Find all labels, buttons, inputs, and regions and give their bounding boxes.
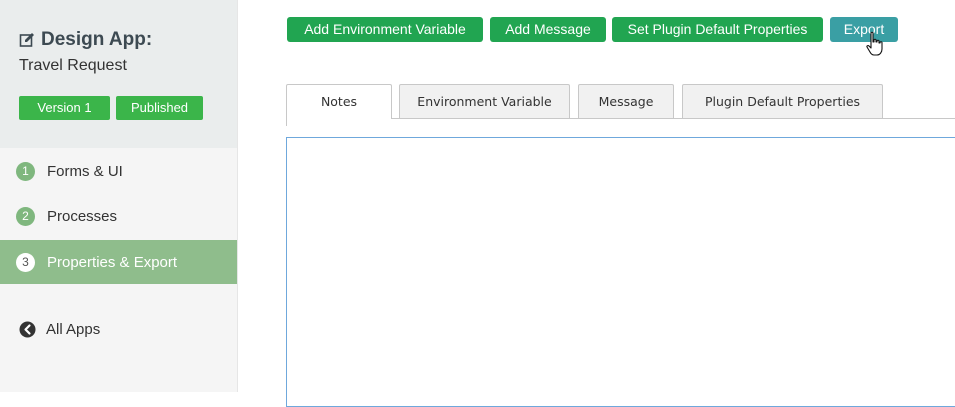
tab-environment-variable[interactable]: Environment Variable [399, 84, 570, 118]
app-header: Design App: Travel Request Version 1 Pub… [0, 0, 237, 148]
sidebar-item-properties-export[interactable]: 3 Properties & Export [0, 240, 237, 284]
hand-pointer-icon [866, 31, 883, 56]
sidebar-item-label: Processes [47, 207, 118, 225]
app-name: Travel Request [19, 57, 127, 74]
app-title: Design App: [19, 28, 152, 52]
add-message-button[interactable]: Add Message [490, 17, 606, 42]
step-number-1: 1 [16, 161, 35, 181]
sidebar-item-processes[interactable]: 2 Processes [0, 194, 237, 238]
all-apps-link[interactable]: All Apps [19, 318, 100, 340]
add-environment-variable-button[interactable]: Add Environment Variable [287, 17, 483, 42]
all-apps-label: All Apps [46, 320, 101, 338]
sidebar-item-forms-ui[interactable]: 1 Forms & UI [0, 149, 237, 193]
published-badge[interactable]: Published [116, 96, 203, 120]
step-number-2: 2 [16, 206, 35, 226]
app-title-label: Design App: [41, 29, 153, 50]
tab-notes[interactable]: Notes [286, 84, 392, 119]
sidebar-item-label: Properties & Export [47, 253, 178, 271]
sidebar: Design App: Travel Request Version 1 Pub… [0, 0, 238, 392]
arrow-left-circle-icon [19, 321, 36, 337]
set-plugin-default-properties-button[interactable]: Set Plugin Default Properties [612, 17, 823, 42]
tab-plugin-default-properties[interactable]: Plugin Default Properties [682, 84, 883, 118]
edit-icon [19, 33, 34, 47]
notes-textarea[interactable] [286, 137, 955, 407]
tab-bar-corner [286, 118, 287, 126]
tab-message[interactable]: Message [578, 84, 674, 118]
version-badge[interactable]: Version 1 [19, 96, 110, 120]
sidebar-item-label: Forms & UI [47, 162, 123, 180]
step-number-3: 3 [16, 252, 35, 272]
